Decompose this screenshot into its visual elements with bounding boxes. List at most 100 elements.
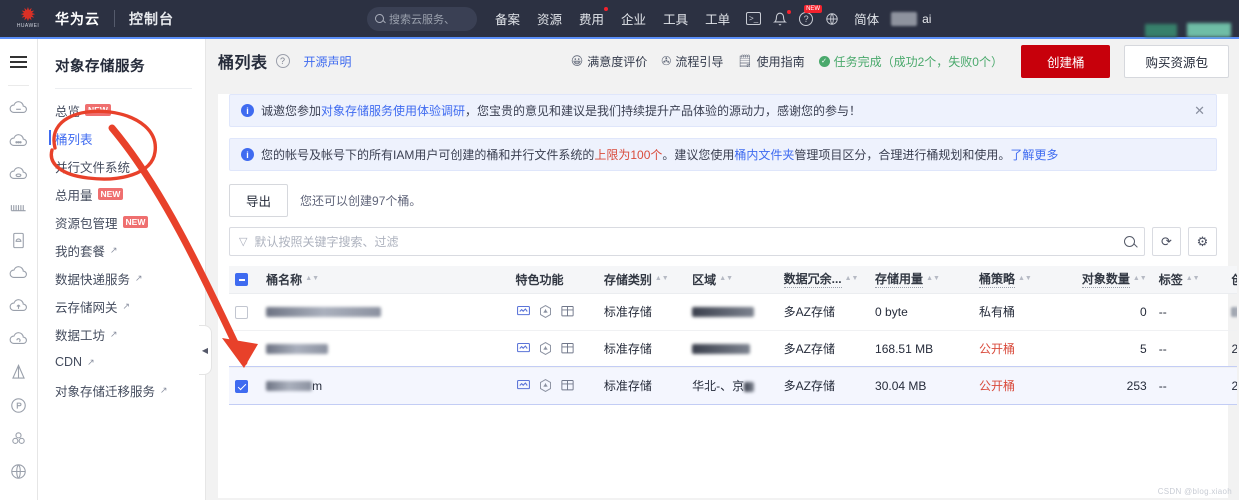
cloud-shield-icon[interactable]: [0, 323, 37, 356]
ai-label: ai: [922, 11, 932, 26]
global-search[interactable]: 搜索云服务、: [367, 6, 477, 31]
sidebar-item-migration-service[interactable]: 对象存储迁移服务 ↗: [38, 376, 205, 404]
cloudshell-icon[interactable]: >_: [746, 12, 762, 25]
global-network-icon[interactable]: [0, 455, 37, 488]
sidebar-item-resource-package[interactable]: 资源包管理 NEW: [38, 208, 205, 236]
cloud-service-icon-1[interactable]: [0, 92, 37, 125]
menu-toggle-icon[interactable]: [0, 45, 37, 79]
sidebar-collapse-handle[interactable]: ◀: [199, 325, 212, 375]
table-grid-icon[interactable]: [560, 304, 575, 319]
external-link-icon: ↗: [110, 328, 118, 339]
page-header: 桶列表 ? 开源声明 😀 满意度评价 ✇ 流程引导 🗒 使用指南 ✓ 任务完成（…: [207, 39, 1239, 83]
user-avatar-area[interactable]: ai: [891, 11, 932, 26]
monitoring-icon[interactable]: [516, 378, 531, 393]
monitoring-icon[interactable]: [516, 304, 531, 319]
column-header-storage-class[interactable]: 存储类别 ▲▼: [597, 266, 687, 294]
bucket-table-wrapper[interactable]: 桶名称 ▲▼ 特色功能 存储类别 ▲▼ 区域 ▲▼ 数据冗余... ▲▼ 存储用量 ▲▼ …: [229, 266, 1237, 405]
close-icon[interactable]: ✕: [1186, 103, 1205, 119]
row-checkbox[interactable]: [235, 379, 248, 393]
export-button[interactable]: 导出: [229, 184, 289, 217]
sidebar-item-cloud-storage-gateway[interactable]: 云存储网关 ↗: [38, 292, 205, 320]
bucket-name-cell[interactable]: [260, 330, 510, 368]
sidebar-item-parallel-file-system[interactable]: 并行文件系统: [38, 152, 205, 180]
wave-metrics-icon[interactable]: [0, 191, 37, 224]
huawei-logo[interactable]: ✹ HUAWEI: [10, 4, 46, 34]
nav-item-tools[interactable]: 工具: [663, 9, 688, 28]
survey-alert-banner: i 诚邀您参加对象存储服务使用体验调研，您宝贵的意见和建议是我们持续提升产品体验…: [229, 94, 1217, 127]
table-settings-button[interactable]: ⚙: [1188, 227, 1217, 256]
hexagon-feature-icon[interactable]: [538, 378, 553, 393]
process-guide-button[interactable]: ✇ 流程引导: [661, 53, 723, 70]
sidebar-item-total-usage[interactable]: 总用量 NEW: [38, 180, 205, 208]
column-header-region[interactable]: 区域 ▲▼: [686, 266, 778, 294]
survey-link[interactable]: 对象存储服务使用体验调研: [321, 104, 465, 118]
column-header-bucket-name[interactable]: 桶名称 ▲▼: [260, 266, 510, 294]
learn-more-link[interactable]: 了解更多: [1010, 148, 1058, 162]
table-row[interactable]: 标准存储 多AZ存储 0 byte 私有桶 0 -- 2: [229, 293, 1237, 331]
table-header-row: 桶名称 ▲▼ 特色功能 存储类别 ▲▼ 区域 ▲▼ 数据冗余... ▲▼ 存储用量 ▲▼ …: [229, 266, 1237, 294]
sidebar-item-cdn[interactable]: CDN ↗: [38, 348, 205, 376]
open-source-statement-link[interactable]: 开源声明: [304, 53, 352, 70]
column-header-bucket-policy[interactable]: 桶策略 ▲▼: [972, 266, 1054, 294]
bucket-folder-link[interactable]: 桶内文件夹: [734, 148, 794, 162]
row-checkbox[interactable]: [235, 305, 248, 319]
refresh-button[interactable]: ⟳: [1152, 227, 1181, 256]
created-time-text: 20: [1231, 378, 1237, 393]
quota-alert-text: 您的帐号及帐号下的所有IAM用户可创建的桶和并行文件系统的上限为100个。建议您…: [261, 146, 1058, 163]
sort-icon: ▲▼: [1185, 275, 1200, 283]
function-circle-icon[interactable]: [0, 389, 37, 422]
column-header-storage-usage[interactable]: 存储用量 ▲▼: [869, 266, 973, 294]
pyramid-icon[interactable]: [0, 356, 37, 389]
nav-item-beian[interactable]: 备案: [495, 9, 520, 28]
column-header-created[interactable]: 创建: [1225, 266, 1237, 294]
bucket-name-cell[interactable]: m: [260, 367, 510, 405]
bell-icon[interactable]: [773, 9, 792, 26]
sidebar-item-my-package[interactable]: 我的套餐 ↗: [38, 236, 205, 264]
sidebar-item-data-workshop[interactable]: 数据工坊 ↗: [38, 320, 205, 348]
nav-item-enterprise[interactable]: 企业: [621, 9, 646, 28]
nav-item-resources[interactable]: 资源: [537, 9, 562, 28]
nav-item-tickets[interactable]: 工单: [705, 9, 730, 28]
sidebar-item-bucket-list[interactable]: 桶列表: [38, 124, 205, 152]
column-header-redundancy[interactable]: 数据冗余... ▲▼: [777, 266, 870, 294]
console-label[interactable]: 控制台: [129, 9, 174, 29]
cloud-service-icon-4[interactable]: [0, 257, 37, 290]
monitoring-icon[interactable]: [516, 341, 531, 356]
nav-item-billing[interactable]: 费用: [579, 7, 609, 28]
table-row[interactable]: 标准存储 多AZ存储 168.51 MB 公开桶 5 -- 20: [229, 330, 1237, 368]
avatar-redaction-1: [1145, 24, 1177, 37]
row-checkbox[interactable]: [235, 342, 248, 356]
bucket-search-input[interactable]: [254, 234, 1124, 249]
cloud-service-icon-2[interactable]: [0, 125, 37, 158]
create-bucket-button[interactable]: 创建桶: [1020, 44, 1111, 78]
column-header-tags[interactable]: 标签 ▲▼: [1152, 266, 1226, 294]
table-grid-icon[interactable]: [560, 341, 575, 356]
redacted-created-time: [1231, 307, 1237, 318]
column-header-object-count[interactable]: 对象数量 ▲▼: [1054, 266, 1153, 294]
table-row[interactable]: m 标准存储 华北-、京 多AZ存储 30.04 MB 公开桶 253 -- 2: [229, 366, 1237, 405]
cloud-service-icon-3[interactable]: [0, 158, 37, 191]
select-all-checkbox[interactable]: [235, 273, 248, 287]
bucket-name-cell[interactable]: [260, 293, 510, 331]
user-guide-button[interactable]: 🗒 使用指南: [737, 53, 804, 70]
buy-resource-package-button[interactable]: 购买资源包: [1124, 44, 1229, 78]
sidebar-item-data-express[interactable]: 数据快递服务 ↗: [38, 264, 205, 292]
language-selector[interactable]: 简体: [854, 9, 879, 28]
bucket-table-body: 标准存储 多AZ存储 0 byte 私有桶 0 -- 2: [229, 293, 1237, 405]
help-circle-icon[interactable]: ? NEW: [799, 4, 823, 26]
features-cell: [509, 330, 598, 368]
document-storage-icon[interactable]: [0, 224, 37, 257]
table-grid-icon[interactable]: [560, 378, 575, 393]
satisfaction-rating-button[interactable]: 😀 满意度评价: [571, 53, 648, 70]
cloud-upload-icon[interactable]: [0, 290, 37, 323]
globe-icon[interactable]: [825, 12, 839, 26]
hexagon-feature-icon[interactable]: [538, 304, 553, 319]
task-status[interactable]: ✓ 任务完成（成功2个，失败0个）: [818, 53, 1003, 70]
hexagon-feature-icon[interactable]: [538, 341, 553, 356]
bucket-search-box[interactable]: ▽: [229, 227, 1145, 256]
search-icon[interactable]: [1124, 236, 1135, 247]
sidebar-item-overview[interactable]: 总览 NEW: [38, 96, 205, 124]
brand-name[interactable]: 华为云: [55, 9, 100, 29]
help-icon[interactable]: ?: [275, 54, 290, 68]
cluster-icon[interactable]: [0, 422, 37, 455]
